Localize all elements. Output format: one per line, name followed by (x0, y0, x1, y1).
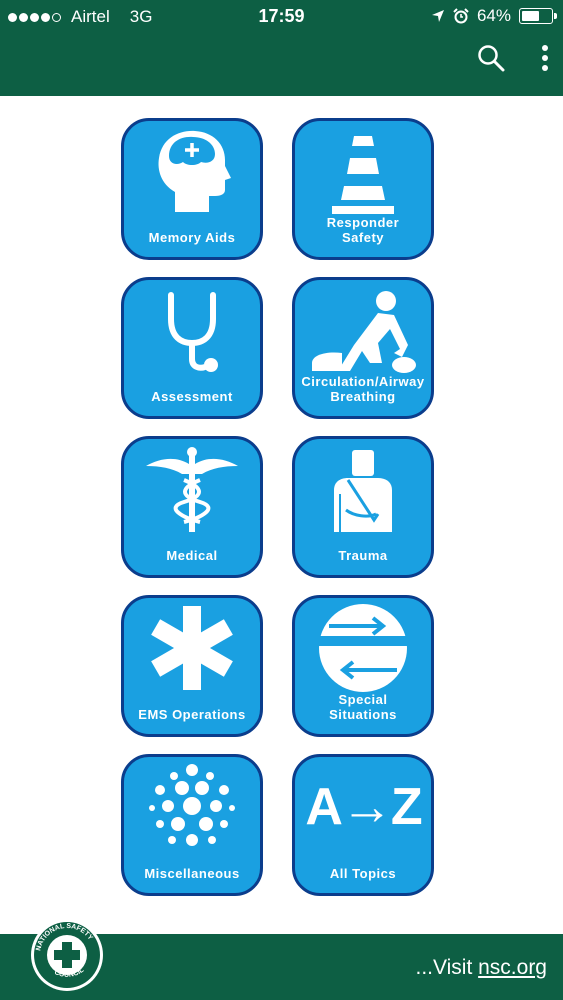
visit-footer-text: ...Visit nsc.org (415, 956, 547, 980)
tile-label: EMS Operations (138, 707, 246, 722)
a-to-z-text: A→Z (305, 778, 422, 836)
tile-label: Miscellaneous (144, 866, 240, 881)
tile-medical[interactable]: Medical (121, 436, 263, 578)
tile-label: Circulation/Airway Breathing (301, 374, 425, 404)
tile-label: All Topics (329, 866, 397, 881)
app-header: Airtel 3G 17:59 64% (0, 0, 563, 96)
visit-prefix: ...Visit (415, 956, 479, 979)
nsc-logo: NATIONAL SAFETY COUNCIL (30, 918, 104, 992)
tile-label: Responder Safety (326, 215, 400, 245)
nsc-link[interactable]: nsc.org (478, 956, 547, 979)
tile-label: Medical (166, 548, 218, 563)
tile-assessment[interactable]: Assessment (121, 277, 263, 419)
search-icon[interactable] (477, 44, 505, 77)
tile-responder-safety[interactable]: Responder Safety (292, 118, 434, 260)
tile-label: Memory Aids (148, 230, 236, 245)
tile-miscellaneous[interactable]: Miscellaneous (121, 754, 263, 896)
dots-cluster-icon (124, 757, 260, 857)
cpr-icon (295, 280, 431, 380)
star-of-life-icon (124, 598, 260, 698)
caduceus-icon (124, 439, 260, 539)
tile-circulation-airway-breathing[interactable]: Circulation/Airway Breathing (292, 277, 434, 419)
tile-trauma[interactable]: Trauma (292, 436, 434, 578)
tile-label: Trauma (338, 548, 388, 563)
battery-icon (519, 8, 557, 24)
tile-label: Assessment (151, 389, 233, 404)
a-to-z-icon: A→Z (295, 757, 431, 857)
tile-all-topics[interactable]: A→Z All Topics (292, 754, 434, 896)
battery-percent: 64% (476, 6, 511, 25)
tile-ems-operations[interactable]: EMS Operations (121, 595, 263, 737)
tile-label: Special Situations (329, 692, 397, 722)
status-bar: Airtel 3G 17:59 64% (0, 0, 563, 34)
alarm-clock-icon (453, 8, 469, 24)
location-arrow-icon (431, 10, 444, 22)
tile-special-situations[interactable]: Special Situations (292, 595, 434, 737)
traffic-cone-icon (295, 121, 431, 221)
tile-memory-aids[interactable]: Memory Aids (121, 118, 263, 260)
arrows-circle-icon (295, 598, 431, 698)
stethoscope-icon (124, 280, 260, 380)
status-right: 64% (431, 6, 557, 26)
more-vert-icon[interactable] (541, 45, 549, 76)
arm-sling-icon (295, 439, 431, 539)
head-brain-icon (124, 121, 260, 221)
app-bar-actions (477, 44, 549, 77)
